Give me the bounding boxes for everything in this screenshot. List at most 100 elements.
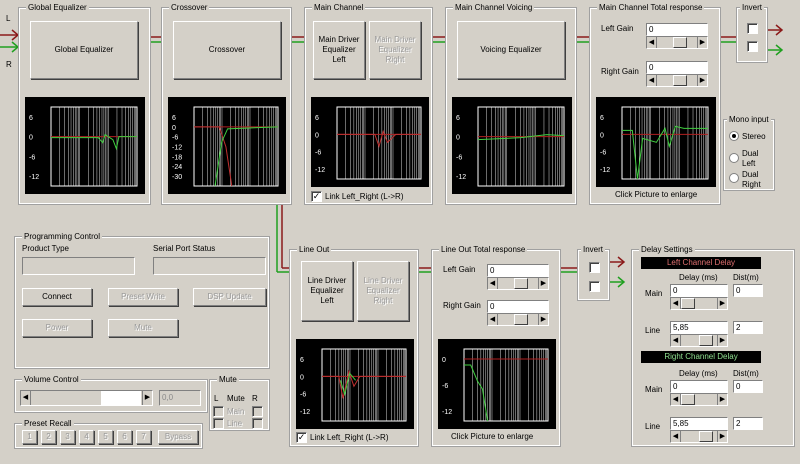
main-left-gain-field[interactable]: 0 (646, 23, 708, 36)
slider-right-arrow-icon[interactable]: ▶ (538, 314, 548, 325)
preset-write-button[interactable]: Preset Write (108, 288, 178, 306)
line-link-label: Link Left_Right (L->R) (310, 433, 389, 442)
main-link-checkbox[interactable]: ✓ (311, 191, 322, 202)
mono-dual-right-radio[interactable] (729, 173, 739, 183)
left-line-delay-field[interactable]: 5,85 (670, 321, 728, 334)
product-type-field (22, 257, 135, 275)
invert-top-left-checkbox[interactable] (747, 23, 758, 34)
line-right-gain-field[interactable]: 0 (487, 300, 549, 313)
slider-right-arrow-icon[interactable]: ▶ (717, 335, 727, 346)
mono-dual-left-radio[interactable] (729, 153, 739, 163)
mute-button[interactable]: Mute (108, 319, 178, 337)
right-main-delay-field[interactable]: 0 (670, 380, 728, 393)
voicing-plot[interactable]: 6 0 -6 -12 (452, 97, 572, 194)
plot-frame (621, 106, 709, 180)
preset-4-button[interactable]: 4 (79, 430, 94, 444)
mono-stereo-label: Stereo (742, 132, 766, 141)
slider-right-arrow-icon[interactable]: ▶ (538, 278, 548, 289)
bypass-button[interactable]: Bypass (158, 430, 198, 444)
slider-thumb[interactable] (699, 431, 713, 442)
preset-6-button[interactable]: 6 (117, 430, 132, 444)
slider-thumb[interactable] (681, 394, 695, 405)
line-driver-eq-left-button[interactable]: Line Driver Equalizer Left (301, 261, 353, 321)
line-link-checkbox[interactable]: ✓ (296, 432, 307, 443)
left-line-dist-field[interactable]: 2 (733, 321, 763, 334)
preset-5-button[interactable]: 5 (98, 430, 113, 444)
slider-thumb[interactable] (673, 75, 687, 86)
preset-2-button[interactable]: 2 (41, 430, 56, 444)
line-left-gain-field[interactable]: 0 (487, 264, 549, 277)
line-total-title: Line Out Total response (439, 245, 528, 255)
slider-thumb[interactable] (699, 335, 713, 346)
invert-top-right-checkbox[interactable] (747, 41, 758, 52)
right-line-delay-slider[interactable]: ◀ ▶ (670, 430, 728, 443)
line-total-plot[interactable]: 0 -6 -12 (438, 339, 556, 429)
slider-left-arrow-icon[interactable]: ◀ (671, 335, 681, 346)
mute-row-line: Line (227, 419, 243, 428)
main-left-gain-slider[interactable]: ◀ ▶ (646, 36, 708, 49)
voicing-eq-button[interactable]: Voicing Equalizer (457, 21, 565, 79)
slider-thumb[interactable] (514, 278, 528, 289)
volume-slider[interactable]: ◀ ▶ (20, 390, 153, 406)
plot-tick-label: 0 (300, 374, 304, 381)
preset-7-button[interactable]: 7 (136, 430, 151, 444)
slider-right-arrow-icon[interactable]: ▶ (142, 391, 152, 405)
slider-left-arrow-icon[interactable]: ◀ (21, 391, 31, 405)
right-line-delay-field[interactable]: 5,85 (670, 417, 728, 430)
left-main-delay-slider[interactable]: ◀ ▶ (670, 297, 728, 310)
left-main-dist-field[interactable]: 0 (733, 284, 763, 297)
mute-line-left-checkbox[interactable] (213, 418, 224, 429)
slider-thumb[interactable] (101, 391, 141, 405)
slider-right-arrow-icon[interactable]: ▶ (717, 298, 727, 309)
slider-right-arrow-icon[interactable]: ▶ (717, 394, 727, 405)
slider-left-arrow-icon[interactable]: ◀ (647, 37, 657, 48)
line-out-plot[interactable]: 6 0 -6 -12 (296, 339, 414, 429)
slider-right-arrow-icon[interactable]: ▶ (697, 75, 707, 86)
right-dist-col-label: Dist(m) (733, 369, 759, 378)
right-main-dist-field[interactable]: 0 (733, 380, 763, 393)
invert-bottom-right-checkbox[interactable] (589, 281, 600, 292)
mono-stereo-radio[interactable] (729, 131, 739, 141)
plot-tick-label: -6 (315, 150, 321, 157)
right-main-delay-slider[interactable]: ◀ ▶ (670, 393, 728, 406)
connect-button[interactable]: Connect (22, 288, 92, 306)
crossover-button[interactable]: Crossover (173, 21, 281, 79)
main-right-gain-slider[interactable]: ◀ ▶ (646, 74, 708, 87)
mute-col-r: R (252, 394, 258, 403)
right-line-dist-field[interactable]: 2 (733, 417, 763, 430)
power-button[interactable]: Power (22, 319, 92, 337)
dsp-update-button[interactable]: DSP Update (193, 288, 266, 306)
slider-left-arrow-icon[interactable]: ◀ (671, 394, 681, 405)
mute-main-left-checkbox[interactable] (213, 406, 224, 417)
slider-left-arrow-icon[interactable]: ◀ (647, 75, 657, 86)
slider-thumb[interactable] (514, 314, 528, 325)
mute-main-right-checkbox[interactable] (252, 406, 263, 417)
global-eq-button[interactable]: Global Equalizer (30, 21, 138, 79)
main-total-plot[interactable]: 6 0 -6 -12 (596, 97, 716, 187)
slider-right-arrow-icon[interactable]: ▶ (697, 37, 707, 48)
slider-thumb[interactable] (681, 298, 695, 309)
main-right-gain-field[interactable]: 0 (646, 61, 708, 74)
line-left-gain-slider[interactable]: ◀ ▶ (487, 277, 549, 290)
preset-1-button[interactable]: 1 (22, 430, 37, 444)
crossover-plot[interactable]: 6 0 -6 -12 -18 -24 -30 (168, 97, 286, 194)
global-eq-plot[interactable]: 6 0 -6 -12 (25, 97, 145, 194)
left-main-delay-field[interactable]: 0 (670, 284, 728, 297)
slider-left-arrow-icon[interactable]: ◀ (488, 278, 498, 289)
slider-right-arrow-icon[interactable]: ▶ (717, 431, 727, 442)
slider-left-arrow-icon[interactable]: ◀ (671, 298, 681, 309)
invert-bottom-left-checkbox[interactable] (589, 262, 600, 273)
preset-3-button[interactable]: 3 (60, 430, 75, 444)
line-right-gain-slider[interactable]: ◀ ▶ (487, 313, 549, 326)
plot-tick-label: -12 (456, 174, 466, 181)
main-driver-eq-left-button[interactable]: Main Driver Equalizer Left (313, 21, 365, 79)
mute-line-right-checkbox[interactable] (252, 418, 263, 429)
line-driver-eq-right-button[interactable]: Line Driver Equalizer Right (357, 261, 409, 321)
left-line-delay-slider[interactable]: ◀ ▶ (670, 334, 728, 347)
main-driver-eq-right-button[interactable]: Main Driver Equalizer Right (369, 21, 421, 79)
slider-left-arrow-icon[interactable]: ◀ (488, 314, 498, 325)
main-channel-plot[interactable]: 6 0 -6 -12 (311, 97, 429, 187)
slider-left-arrow-icon[interactable]: ◀ (671, 431, 681, 442)
slider-thumb[interactable] (673, 37, 687, 48)
mute-row-main: Main (227, 407, 245, 416)
